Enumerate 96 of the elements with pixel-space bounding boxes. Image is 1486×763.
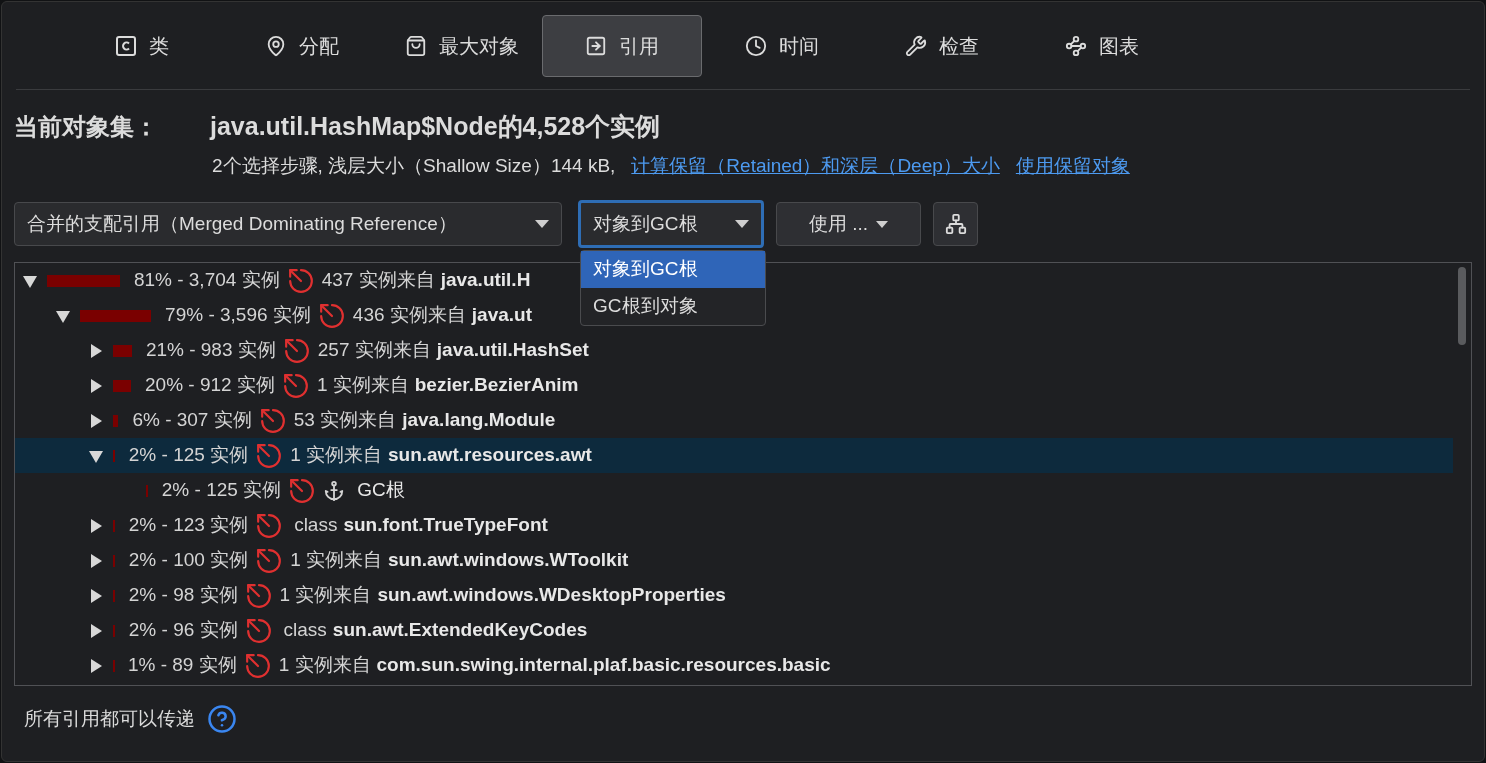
expand-arrow-icon[interactable]: [89, 658, 103, 673]
instance-count: 2% - 96 实例: [128, 618, 238, 643]
reference-icon: [259, 407, 286, 434]
reference-icon: [256, 442, 283, 469]
expand-arrow-icon[interactable]: [89, 518, 103, 533]
reference-source: 1 实例来自: [279, 583, 372, 608]
reference-source: 436 实例来自: [352, 303, 466, 328]
action-link[interactable]: 计算保留（Retained）和深层（Deep）大小: [631, 151, 1000, 180]
expand-arrow-icon[interactable]: [89, 623, 103, 638]
tree-row[interactable]: 2% - 125 实例 1 实例来自 sun.awt.resources.awt: [15, 438, 1453, 473]
instance-count: 2% - 100 实例: [128, 548, 249, 573]
share-bar: [113, 379, 131, 392]
reference-icon: [287, 267, 314, 294]
instance-count: 2% - 125 实例: [128, 443, 249, 468]
reference-source: 1 实例来自: [290, 548, 382, 573]
reference-kind: class: [294, 513, 338, 538]
reference-icon: [245, 582, 272, 609]
class-icon: [115, 34, 137, 57]
instance-count: 2% - 125 实例: [161, 478, 282, 503]
footer-note: 所有引用都可以传递: [24, 706, 195, 731]
instance-count: 1% - 89 实例: [127, 653, 237, 678]
dropdown-arrow-icon: [735, 220, 749, 228]
tab[interactable]: 分配: [222, 14, 382, 77]
collapse-arrow-icon[interactable]: [89, 448, 103, 463]
dropdown-arrow-icon: [535, 220, 549, 228]
share-bar: [80, 309, 152, 322]
class-name: sun.awt.windows.WToolkit: [388, 548, 629, 573]
instance-count: 20% - 912 实例: [145, 373, 275, 398]
hierarchy-icon: [944, 213, 967, 235]
class-name: sun.font.TrueTypeFont: [343, 513, 548, 538]
reference-source: 1 实例来自: [316, 373, 409, 398]
instance-count: 2% - 98 实例: [128, 583, 238, 608]
reference-source: 53 实例来自: [293, 408, 397, 433]
reference-icon: [318, 302, 345, 329]
tree-view-button[interactable]: [933, 202, 978, 246]
bag-icon: [405, 34, 427, 57]
reference-source: 1 实例来自: [290, 443, 382, 468]
arrow-out-of-box-icon: [585, 34, 607, 57]
instance-count: 21% - 983 实例: [145, 338, 276, 363]
class-name: java.util.HashSet: [436, 338, 589, 363]
anchor-icon: [323, 479, 346, 502]
view-select[interactable]: 合并的支配引用（Merged Dominating Reference）: [14, 202, 562, 246]
direction-select[interactable]: 对象到GC根: [578, 200, 764, 248]
help-icon[interactable]: [207, 704, 237, 734]
menu-item[interactable]: 对象到GC根: [581, 251, 765, 288]
expand-arrow-icon[interactable]: [89, 413, 103, 428]
object-set-title: java.util.HashMap$Node的4,528个实例: [210, 111, 661, 142]
class-name: sun.awt.ExtendedKeyCodes: [332, 618, 588, 643]
object-set-label: 当前对象集：: [14, 112, 159, 142]
tab[interactable]: 最大对象: [382, 14, 542, 77]
reference-source: 437 实例来自: [321, 268, 435, 293]
menu-item[interactable]: GC根到对象: [581, 288, 765, 325]
class-name: sun.awt.resources.awt: [388, 443, 592, 468]
class-name: java.ut: [471, 303, 533, 328]
tab[interactable]: 引用: [542, 14, 702, 77]
expand-arrow-icon[interactable]: [89, 378, 103, 393]
reference-kind: class: [283, 618, 327, 643]
class-name: sun.awt.windows.WDesktopProperties: [377, 583, 726, 608]
reference-source: 1 实例来自: [278, 653, 371, 678]
reference-icon: [289, 477, 316, 504]
collapse-arrow-icon[interactable]: [23, 273, 37, 288]
gc-root-label: GC根: [357, 478, 405, 503]
reference-icon: [282, 372, 309, 399]
reference-icon: [283, 337, 310, 364]
tab[interactable]: 图表: [1022, 14, 1182, 77]
expand-arrow-icon[interactable]: [89, 553, 103, 568]
reference-icon: [256, 547, 283, 574]
tab[interactable]: 检查: [862, 14, 1022, 77]
instance-count: 6% - 307 实例: [132, 408, 252, 433]
reference-icon: [244, 652, 271, 679]
tab[interactable]: 时间: [702, 14, 862, 77]
dropdown-arrow-icon: [876, 220, 889, 228]
share-bar: [113, 344, 132, 357]
class-name: java.lang.Module: [402, 408, 556, 433]
reference-icon: [245, 617, 272, 644]
expand-arrow-icon[interactable]: [89, 343, 103, 358]
instance-count: 81% - 3,704 实例: [133, 268, 280, 293]
wrench-icon: [905, 34, 927, 57]
map-pin-icon: [265, 34, 287, 57]
instance-count: 79% - 3,596 实例: [165, 303, 311, 328]
reference-source: 257 实例来自: [317, 338, 431, 363]
use-button[interactable]: 使用 ...: [776, 202, 921, 246]
reference-icon: [256, 512, 283, 539]
class-name: java.util.H: [440, 268, 531, 293]
graph-nodes-icon: [1065, 34, 1087, 57]
share-bar: [113, 414, 119, 427]
tab[interactable]: 类: [62, 14, 222, 77]
action-link[interactable]: 使用保留对象: [1015, 151, 1130, 180]
class-name: com.sun.swing.internal.plaf.basic.resources.basic: [376, 653, 831, 678]
collapse-arrow-icon[interactable]: [56, 308, 70, 323]
class-name: bezier.BezierAnim: [414, 373, 579, 398]
selection-info: 2个选择步骤, 浅层大小（Shallow Size）144 kB,: [212, 153, 616, 178]
expand-arrow-icon[interactable]: [89, 588, 103, 603]
instance-count: 2% - 123 实例: [128, 513, 249, 538]
clock-icon: [745, 34, 767, 57]
scrollbar-thumb[interactable]: [1458, 267, 1466, 345]
